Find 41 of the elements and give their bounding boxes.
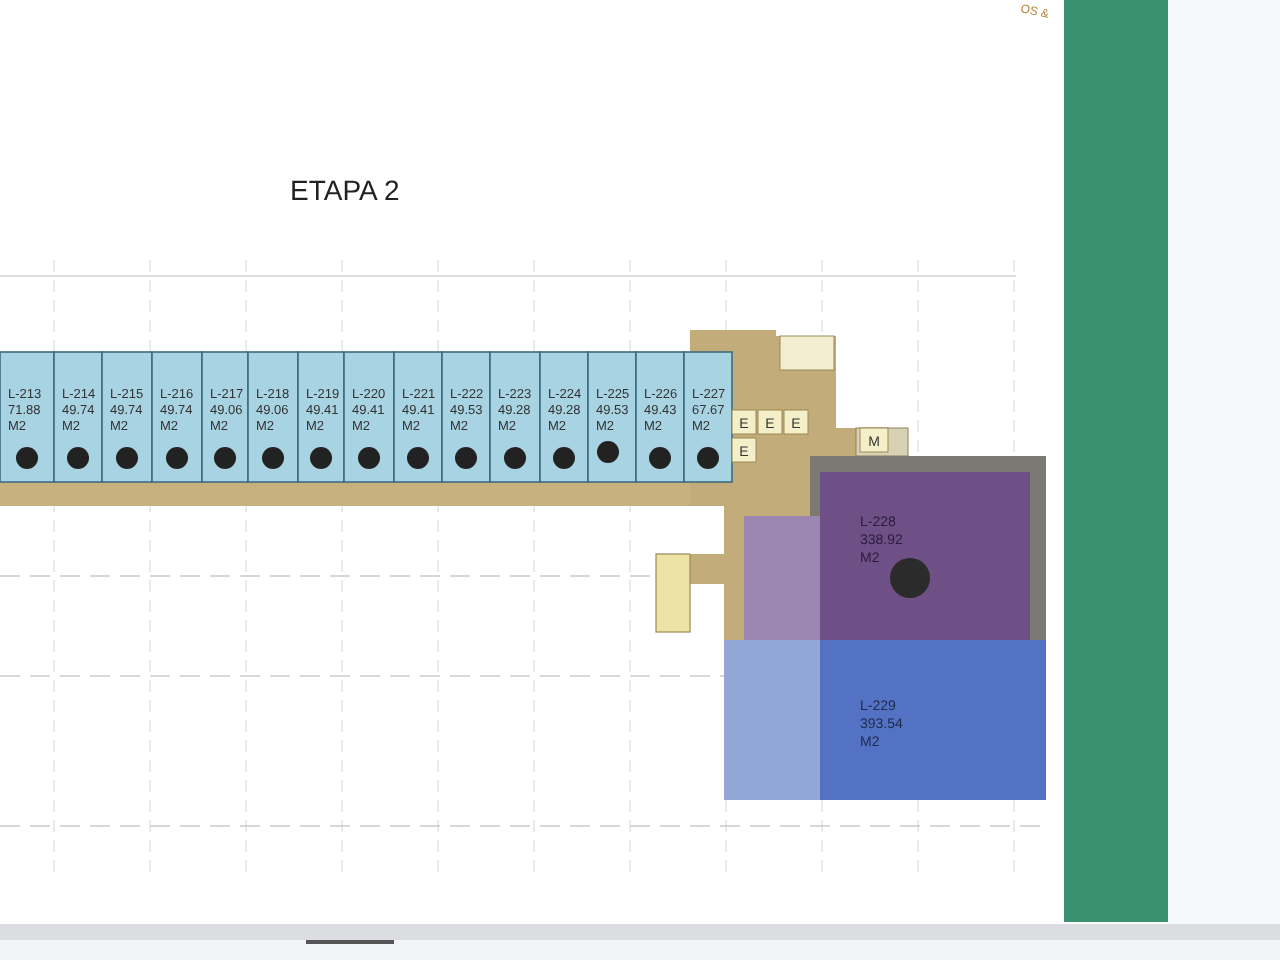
shop-unit	[101, 351, 153, 483]
column-icon	[649, 447, 671, 469]
scrollbar-thumb[interactable]	[306, 940, 394, 944]
column-icon	[597, 441, 619, 463]
service-room	[757, 409, 783, 435]
column-icon	[116, 447, 138, 469]
plan-title: ETAPA 2	[290, 174, 400, 206]
column-icon	[67, 447, 89, 469]
shop-unit	[151, 351, 203, 483]
column-icon	[455, 447, 477, 469]
shop-unit	[539, 351, 589, 483]
service-room	[731, 437, 757, 463]
shop-unit	[343, 351, 395, 483]
shop-unit	[683, 351, 733, 483]
lounge-area	[744, 516, 820, 640]
column-icon	[262, 447, 284, 469]
shop-unit	[441, 351, 491, 483]
column-icon	[166, 447, 188, 469]
column-icon	[407, 447, 429, 469]
service-room	[731, 409, 757, 435]
shop-unit	[0, 351, 55, 483]
shop-unit	[247, 351, 299, 483]
shop-unit	[53, 351, 103, 483]
shop-unit	[635, 351, 685, 483]
column-icon	[553, 447, 575, 469]
stair-drawing	[779, 335, 835, 371]
column-icon	[16, 447, 38, 469]
shop-unit	[201, 351, 249, 483]
shop-unit	[297, 351, 345, 483]
column-icon	[890, 558, 930, 598]
column-icon	[310, 447, 332, 469]
service-room	[783, 409, 809, 435]
shop-unit	[587, 351, 637, 483]
column-icon	[504, 447, 526, 469]
service-room	[859, 427, 889, 453]
column-icon	[697, 447, 719, 469]
column-icon	[358, 447, 380, 469]
shop-unit	[393, 351, 443, 483]
stair-drawing	[655, 553, 691, 633]
shop-unit	[489, 351, 541, 483]
column-icon	[214, 447, 236, 469]
